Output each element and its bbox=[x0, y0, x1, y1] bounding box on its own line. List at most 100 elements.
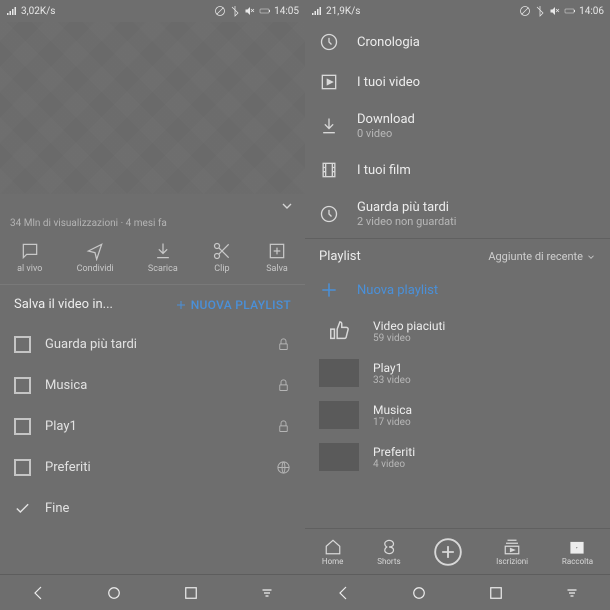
signal-icon bbox=[311, 5, 323, 17]
bluetooth-icon bbox=[229, 5, 241, 17]
save-item-musica[interactable]: Musica bbox=[0, 365, 305, 406]
downloads-item[interactable]: Download0 video bbox=[305, 102, 610, 150]
nav-shorts[interactable]: Shorts bbox=[377, 538, 400, 566]
donotdisturb-icon bbox=[214, 5, 226, 17]
back-icon[interactable] bbox=[334, 584, 352, 602]
drawer-icon[interactable] bbox=[563, 584, 581, 602]
chevron-down-icon bbox=[586, 252, 596, 262]
speed-text: 21,9K/s bbox=[326, 6, 360, 17]
save-sheet-header: Salva il video in... NUOVA PLAYLIST bbox=[0, 285, 305, 324]
playlist-thumb bbox=[319, 359, 359, 387]
battery-icon bbox=[259, 5, 271, 17]
donotdisturb-icon bbox=[519, 5, 531, 17]
lock-icon bbox=[276, 337, 291, 352]
shorts-icon bbox=[380, 538, 398, 556]
new-playlist-row[interactable]: Nuova playlist bbox=[305, 270, 610, 310]
video-stats: 34 Mln di visualizzazioni · 4 mesi fa bbox=[0, 218, 305, 235]
thumbs-up-icon bbox=[319, 317, 359, 345]
done-row[interactable]: Fine bbox=[0, 488, 305, 529]
checkbox[interactable] bbox=[14, 459, 31, 476]
download-icon bbox=[153, 241, 173, 261]
library-icon bbox=[568, 538, 586, 556]
mute-icon bbox=[244, 5, 256, 17]
android-nav-bar bbox=[305, 574, 610, 610]
playlist-liked[interactable]: Video piaciuti59 video bbox=[305, 310, 610, 352]
video-actions-row: al vivo Condividi Scarica Clip Salva bbox=[0, 235, 305, 285]
recent-icon[interactable] bbox=[182, 584, 200, 602]
live-action[interactable]: al vivo bbox=[17, 241, 42, 274]
save-item-play1[interactable]: Play1 bbox=[0, 406, 305, 447]
nav-library[interactable]: Raccolta bbox=[562, 538, 593, 566]
your-videos-item[interactable]: I tuoi video bbox=[305, 62, 610, 102]
save-playlist-list: Guarda più tardi Musica Play1 Preferiti … bbox=[0, 324, 305, 574]
playlist-play1[interactable]: Play133 video bbox=[305, 352, 610, 394]
plus-circle-icon bbox=[434, 538, 462, 566]
sort-dropdown[interactable]: Aggiunte di recente bbox=[488, 250, 596, 263]
globe-icon bbox=[276, 460, 291, 475]
video-player-area[interactable] bbox=[0, 22, 305, 194]
playlist-preferiti[interactable]: Preferiti4 video bbox=[305, 436, 610, 478]
library-list: Cronologia I tuoi video Download0 video … bbox=[305, 22, 610, 238]
plus-icon bbox=[319, 280, 339, 300]
film-icon bbox=[319, 160, 339, 180]
back-icon[interactable] bbox=[29, 584, 47, 602]
youtube-bottom-bar: Home Shorts Iscrizioni Raccolta bbox=[305, 528, 610, 574]
subscriptions-icon bbox=[503, 538, 521, 556]
lock-icon bbox=[276, 378, 291, 393]
playlist-list: Video piaciuti59 video Play133 video Mus… bbox=[305, 310, 610, 528]
checkbox[interactable] bbox=[14, 377, 31, 394]
movies-item[interactable]: I tuoi film bbox=[305, 150, 610, 190]
item-label: Preferiti bbox=[45, 460, 91, 475]
home-icon bbox=[324, 538, 342, 556]
time-text: 14:06 bbox=[579, 6, 604, 17]
nav-add[interactable] bbox=[434, 538, 462, 566]
play-square-icon bbox=[319, 72, 339, 92]
nav-subscriptions[interactable]: Iscrizioni bbox=[496, 538, 528, 566]
android-nav-bar bbox=[0, 574, 305, 610]
plus-icon bbox=[175, 299, 187, 311]
save-icon bbox=[267, 241, 287, 261]
item-label: Play1 bbox=[45, 419, 77, 434]
checkmark-icon bbox=[14, 500, 31, 517]
checkbox[interactable] bbox=[14, 336, 31, 353]
chevron-down-icon[interactable] bbox=[279, 198, 295, 214]
history-icon bbox=[319, 32, 339, 52]
done-label: Fine bbox=[45, 501, 69, 516]
right-screen: 21,9K/s 14:06 Cronologia I tuoi video Do… bbox=[305, 0, 610, 610]
home-icon[interactable] bbox=[105, 584, 123, 602]
save-item-preferiti[interactable]: Preferiti bbox=[0, 447, 305, 488]
time-text: 14:05 bbox=[274, 6, 299, 17]
new-playlist-label: Nuova playlist bbox=[357, 283, 438, 298]
recent-icon[interactable] bbox=[487, 584, 505, 602]
home-icon[interactable] bbox=[410, 584, 428, 602]
playlist-thumb bbox=[319, 443, 359, 471]
save-action[interactable]: Salva bbox=[266, 241, 288, 274]
chat-icon bbox=[20, 241, 40, 261]
playlist-section-header: Playlist Aggiunte di recente bbox=[305, 238, 610, 270]
playlist-musica[interactable]: Musica17 video bbox=[305, 394, 610, 436]
video-info-bar bbox=[0, 194, 305, 218]
drawer-icon[interactable] bbox=[258, 584, 276, 602]
watch-later-item[interactable]: Guarda più tardi2 video non guardati bbox=[305, 190, 610, 238]
section-title: Playlist bbox=[319, 249, 361, 264]
download-icon bbox=[319, 116, 339, 136]
item-label: Musica bbox=[45, 378, 87, 393]
sheet-title: Salva il video in... bbox=[14, 297, 113, 312]
bluetooth-icon bbox=[534, 5, 546, 17]
nav-home[interactable]: Home bbox=[322, 538, 344, 566]
download-action[interactable]: Scarica bbox=[148, 241, 178, 274]
item-label: Guarda più tardi bbox=[45, 337, 137, 352]
playlist-thumb bbox=[319, 401, 359, 429]
checkbox[interactable] bbox=[14, 418, 31, 435]
share-action[interactable]: Condividi bbox=[77, 241, 114, 274]
status-bar: 3,02K/s 14:05 bbox=[0, 0, 305, 22]
share-icon bbox=[85, 241, 105, 261]
save-item-later[interactable]: Guarda più tardi bbox=[0, 324, 305, 365]
scissors-icon bbox=[212, 241, 232, 261]
clock-icon bbox=[319, 204, 339, 224]
left-screen: 3,02K/s 14:05 34 Mln di visualizzazioni … bbox=[0, 0, 305, 610]
mute-icon bbox=[549, 5, 561, 17]
clip-action[interactable]: Clip bbox=[212, 241, 232, 274]
history-item[interactable]: Cronologia bbox=[305, 22, 610, 62]
new-playlist-link[interactable]: NUOVA PLAYLIST bbox=[175, 298, 291, 312]
